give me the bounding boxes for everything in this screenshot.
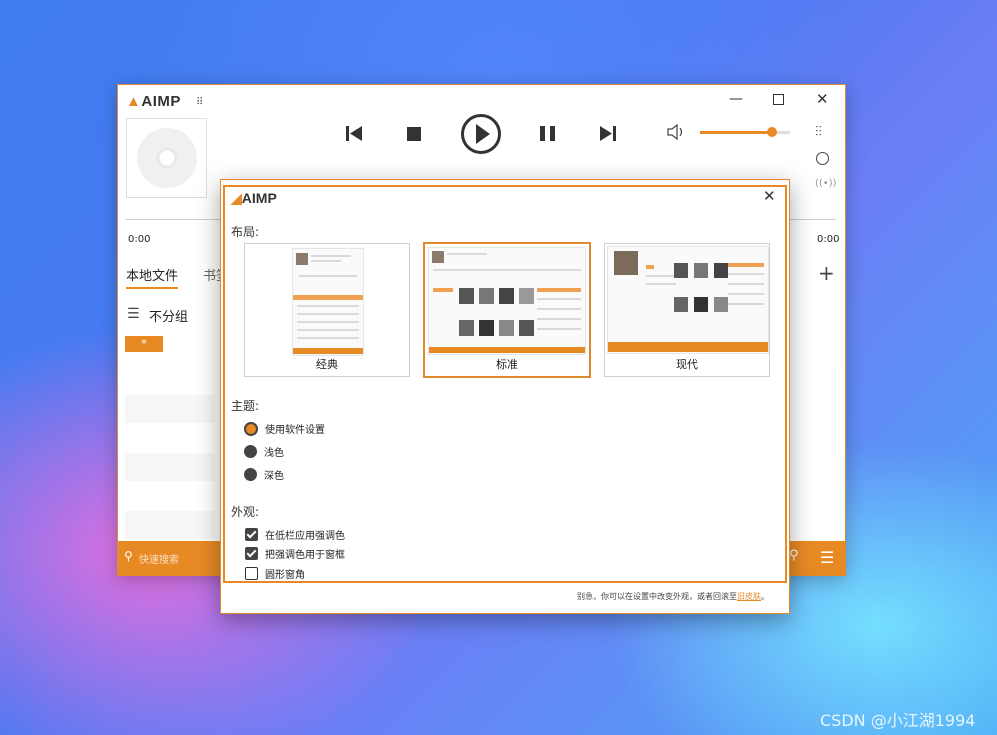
volume-icon[interactable]	[667, 124, 685, 140]
maximize-icon[interactable]	[773, 94, 784, 105]
preview-modern	[607, 246, 769, 354]
play-button[interactable]	[460, 113, 502, 155]
add-tab-icon[interactable]: +	[818, 261, 835, 285]
stop-button[interactable]	[407, 127, 421, 141]
quick-search-input[interactable]: 快速搜索	[139, 551, 179, 566]
group-label: 不分组	[149, 310, 189, 325]
time-end: 0:00	[817, 234, 840, 245]
layout-card-classic[interactable]: 经典	[244, 243, 410, 377]
preview-standard	[428, 247, 586, 355]
radio-selected-icon	[244, 421, 258, 436]
group-menu-icon[interactable]: ☰	[127, 306, 140, 322]
checkbox-checked-icon	[245, 547, 258, 560]
checkbox-label: 圆形窗角	[265, 570, 305, 581]
dialog-logo: ◢AIMP	[231, 190, 277, 206]
equalizer-icon[interactable]: ⫶⫶	[815, 124, 822, 140]
preview-classic	[292, 248, 364, 356]
time-start: 0:00	[128, 234, 151, 245]
dialog-content: ◢AIMP ✕ 布局: 经典 标准 现代 主题: 使用软件设置 浅色 深色 外观…	[223, 185, 787, 583]
album-art	[126, 118, 207, 198]
player-logo: ▲AIMP	[126, 93, 181, 110]
tab-local-files[interactable]: 本地文件	[126, 265, 179, 289]
theme-option-dark[interactable]: 深色	[244, 467, 284, 482]
clock-icon[interactable]	[816, 152, 829, 165]
theme-option-system[interactable]: 使用软件设置	[244, 421, 325, 436]
list-row	[125, 511, 215, 539]
minimize-icon[interactable]: —	[729, 91, 743, 107]
appearance-section-label: 外观:	[231, 505, 260, 519]
layout-card-label: 标准	[496, 358, 518, 371]
group-badge[interactable]: *	[125, 336, 163, 352]
radio-icon	[244, 445, 257, 458]
checkbox-round-corners[interactable]: 圆形窗角	[245, 566, 305, 581]
previous-button[interactable]	[346, 126, 362, 141]
menu-icon[interactable]: ☰	[820, 548, 834, 567]
next-button[interactable]	[600, 126, 616, 141]
radio-icon[interactable]: ((•))	[815, 178, 837, 189]
radio-label: 使用软件设置	[265, 425, 325, 436]
old-skin-link[interactable]: 旧皮肤	[737, 592, 761, 601]
layout-card-standard[interactable]: 标准	[423, 242, 591, 378]
checkbox-label: 在低栏应用强调色	[265, 531, 345, 542]
watermark: CSDN @小江湖1994	[820, 711, 976, 730]
pause-button[interactable]	[540, 126, 555, 141]
checkbox-accent-frame[interactable]: 把强调色用于窗框	[245, 546, 345, 561]
close-icon[interactable]: ✕	[816, 90, 829, 108]
list-row	[125, 453, 215, 481]
checkbox-accent-bottom[interactable]: 在低栏应用强调色	[245, 527, 345, 542]
dialog-footer: 别急，你可以在设置中改变外观，或者回滚至旧皮肤。	[577, 591, 769, 602]
layout-card-label: 经典	[316, 358, 338, 371]
dialog-close-icon[interactable]: ✕	[763, 187, 776, 205]
layout-card-modern[interactable]: 现代	[604, 243, 770, 377]
layout-dialog: ◢AIMP ✕ 布局: 经典 标准 现代 主题: 使用软件设置 浅色 深色 外观…	[220, 179, 790, 614]
checkbox-checked-icon	[245, 528, 258, 541]
layout-section-label: 布局:	[231, 225, 260, 239]
search-toggle-icon[interactable]: ⚲	[789, 548, 799, 563]
layout-card-label: 现代	[676, 358, 698, 371]
list-row	[125, 395, 215, 423]
footer-text: 别急，你可以在设置中改变外观，或者回滚至	[577, 592, 737, 601]
checkbox-icon	[245, 567, 258, 580]
theme-option-light[interactable]: 浅色	[244, 444, 284, 459]
footer-end: 。	[761, 592, 769, 601]
radio-label: 深色	[264, 471, 284, 482]
radio-icon	[244, 468, 257, 481]
checkbox-label: 把强调色用于窗框	[265, 550, 345, 561]
search-icon[interactable]: ⚲	[124, 549, 133, 563]
menu-grid-icon[interactable]: ⠿	[196, 97, 203, 108]
radio-label: 浅色	[264, 448, 284, 459]
volume-slider[interactable]	[700, 127, 790, 137]
theme-section-label: 主题:	[231, 399, 260, 413]
